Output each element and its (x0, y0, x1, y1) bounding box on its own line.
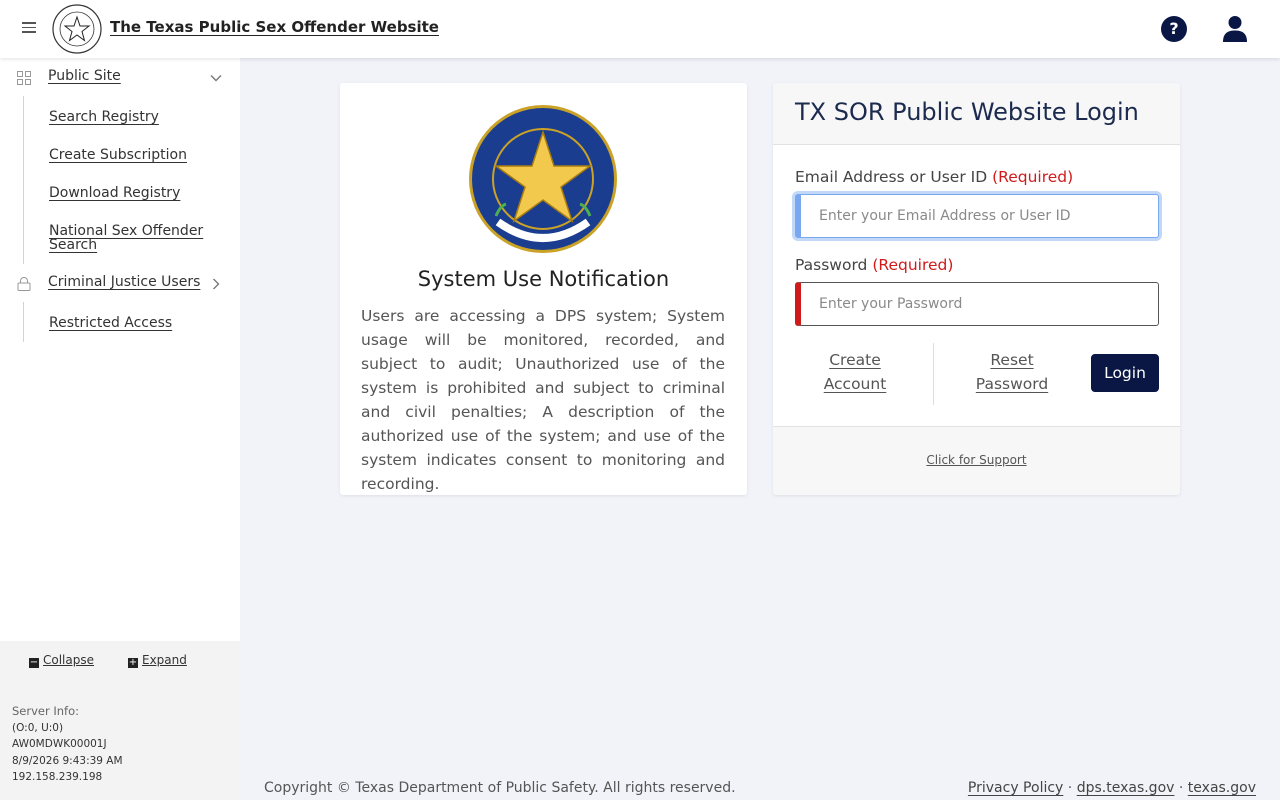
login-card-header: TX SOR Public Website Login (773, 83, 1180, 145)
texas-gov-link[interactable]: texas.gov (1188, 780, 1256, 796)
password-label: Password (Required) (795, 256, 953, 274)
password-field[interactable] (795, 282, 1159, 326)
notice-title: System Use Notification (417, 267, 670, 291)
sidebar-group-label: Public Site (48, 68, 121, 84)
sidebar-item-search-registry[interactable]: Search Registry (49, 110, 229, 124)
question-icon[interactable]: ? (1161, 16, 1187, 42)
minus-icon: − (29, 657, 39, 668)
create-account-link[interactable]: Create Account (815, 348, 895, 396)
sidebar-footer: − Collapse + Expand Server Info: (O:0, U:0… (0, 641, 240, 800)
plus-icon: + (128, 657, 138, 668)
sidebar-group-criminal-justice[interactable]: Criminal Justice Users (0, 272, 240, 296)
collapse-label: Collapse (43, 653, 94, 667)
dps-link[interactable]: dps.texas.gov (1077, 780, 1175, 796)
sidebar-group-public-site[interactable]: Public Site (0, 66, 240, 90)
login-form: Email Address or User ID (Required) Pass… (773, 145, 1180, 427)
server-info-line: 8/9/2026 9:43:39 AM (12, 754, 123, 767)
copyright-text: Copyright © Texas Department of Public S… (264, 780, 736, 796)
footer-separator: · (1178, 780, 1184, 796)
login-button[interactable]: Login (1091, 354, 1159, 392)
footer-links: Privacy Policy · dps.texas.gov · texas.g… (968, 780, 1256, 796)
user-icon[interactable] (1222, 15, 1248, 43)
create-account-line: Create (829, 351, 881, 369)
support-link[interactable]: Click for Support (773, 453, 1180, 467)
grid-icon (17, 71, 31, 85)
collapse-button[interactable]: − Collapse (29, 653, 94, 668)
login-title: TX SOR Public Website Login (795, 98, 1139, 126)
reset-password-line: Reset (990, 351, 1034, 369)
expand-button[interactable]: + Expand (128, 653, 187, 668)
sidebar-item-download-registry[interactable]: Download Registry (49, 186, 229, 200)
notice-card: System Use Notification Users are access… (340, 83, 747, 495)
server-info-line: AW0MDWK00001J (12, 738, 107, 750)
nav-tree-line (23, 302, 24, 342)
server-info: Server Info: (O:0, U:0) AW0MDWK00001J 8/… (12, 703, 123, 786)
sidebar-item-create-subscription[interactable]: Create Subscription (49, 148, 229, 162)
server-info-line: (O:0, U:0) (12, 721, 64, 734)
top-header: The Texas Public Sex Offender Website ? (0, 0, 1280, 58)
email-required-marker: (Required) (992, 168, 1074, 186)
email-label: Email Address or User ID (Required) (795, 168, 1073, 186)
email-label-text: Email Address or User ID (795, 168, 988, 186)
password-required-marker: (Required) (872, 256, 954, 274)
create-account-line: Account (823, 375, 887, 393)
chevron-down-icon (210, 75, 222, 82)
chevron-right-icon (213, 278, 220, 290)
lock-icon (17, 277, 31, 291)
footer-separator: · (1067, 780, 1073, 796)
dps-seal-logo (469, 105, 617, 253)
hamburger-icon[interactable] (22, 22, 36, 34)
email-field[interactable] (795, 194, 1159, 238)
reset-password-line: Password (975, 375, 1049, 393)
site-title[interactable]: The Texas Public Sex Offender Website (110, 18, 439, 36)
password-label-text: Password (795, 256, 868, 274)
expand-label: Expand (142, 653, 187, 667)
sidebar-item-restricted-access[interactable]: Restricted Access (49, 316, 229, 330)
server-info-heading: Server Info: (12, 704, 80, 718)
site-seal-logo[interactable] (52, 4, 102, 54)
nav-tree-line (23, 96, 24, 264)
action-divider (933, 343, 934, 405)
sidebar-item-national-search[interactable]: National Sex Offender Search (49, 224, 229, 252)
sidebar-nav: Public Site Search Registry Create Subsc… (0, 58, 240, 800)
notice-body: Users are accessing a DPS system; System… (361, 307, 725, 493)
sidebar-group-label: Criminal Justice Users (48, 274, 201, 290)
reset-password-link[interactable]: Reset Password (967, 348, 1057, 396)
privacy-policy-link[interactable]: Privacy Policy (968, 780, 1063, 796)
server-info-line: 192.158.239.198 (12, 771, 103, 783)
login-card: TX SOR Public Website Login Email Addres… (773, 83, 1180, 495)
